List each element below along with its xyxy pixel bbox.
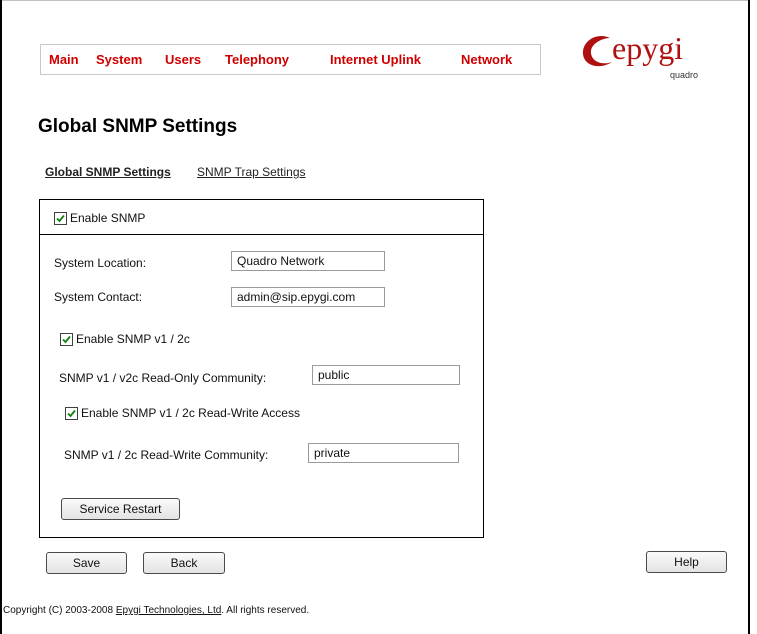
help-button[interactable]: Help [646,551,727,573]
nav-telephony[interactable]: Telephony [225,52,289,67]
copyright-footer: Copyright (C) 2003-2008 Epygi Technologi… [3,605,309,616]
epygi-link[interactable]: Epygi Technologies, Ltd [116,605,221,616]
enable-rw-access-label: Enable SNMP v1 / 2c Read-Write Access [81,406,300,420]
window-left-border [0,0,2,634]
enable-snmp-label: Enable SNMP [70,211,146,225]
system-location-input[interactable] [231,251,385,271]
nav-network[interactable]: Network [461,52,512,67]
page-title: Global SNMP Settings [38,116,238,137]
enable-snmp-v1-2c-label: Enable SNMP v1 / 2c [76,332,190,346]
enable-snmp-checkbox[interactable] [54,212,67,225]
tab-snmp-trap-settings[interactable]: SNMP Trap Settings [197,165,306,179]
service-restart-button[interactable]: Service Restart [61,498,180,520]
copyright-suffix: . All rights reserved. [221,605,310,616]
system-contact-label: System Contact: [54,290,143,304]
save-button[interactable]: Save [46,552,127,574]
top-navigation-bar: Main System Users Telephony Internet Upl… [40,44,541,75]
back-button[interactable]: Back [143,552,225,574]
window-right-border [748,0,750,634]
system-contact-input[interactable] [231,287,385,307]
system-location-label: System Location: [54,256,147,270]
enable-rw-access-checkbox[interactable] [65,407,78,420]
rw-community-label: SNMP v1 / 2c Read-Write Community: [64,448,269,462]
logo-wordmark: epygi [612,30,684,66]
logo-subtitle: quadro [670,70,699,80]
checkmark-icon [62,335,71,344]
epygi-logo: epygi quadro [580,28,700,90]
nav-main[interactable]: Main [49,52,79,67]
tab-global-snmp-settings[interactable]: Global SNMP Settings [45,165,171,179]
panel-divider [40,234,483,235]
checkmark-icon [67,409,76,418]
window-top-edge [0,0,750,1]
rw-community-input[interactable] [308,443,459,463]
enable-snmp-v1-2c-checkbox[interactable] [60,333,73,346]
nav-internet-uplink[interactable]: Internet Uplink [330,52,421,67]
nav-users[interactable]: Users [165,52,201,67]
ro-community-label: SNMP v1 / v2c Read-Only Community: [59,371,267,385]
copyright-prefix: Copyright (C) 2003-2008 [3,605,116,616]
nav-system[interactable]: System [96,52,142,67]
ro-community-input[interactable] [312,365,460,385]
snmp-settings-panel: Enable SNMP System Location: System Cont… [39,199,484,538]
checkmark-icon [56,214,65,223]
